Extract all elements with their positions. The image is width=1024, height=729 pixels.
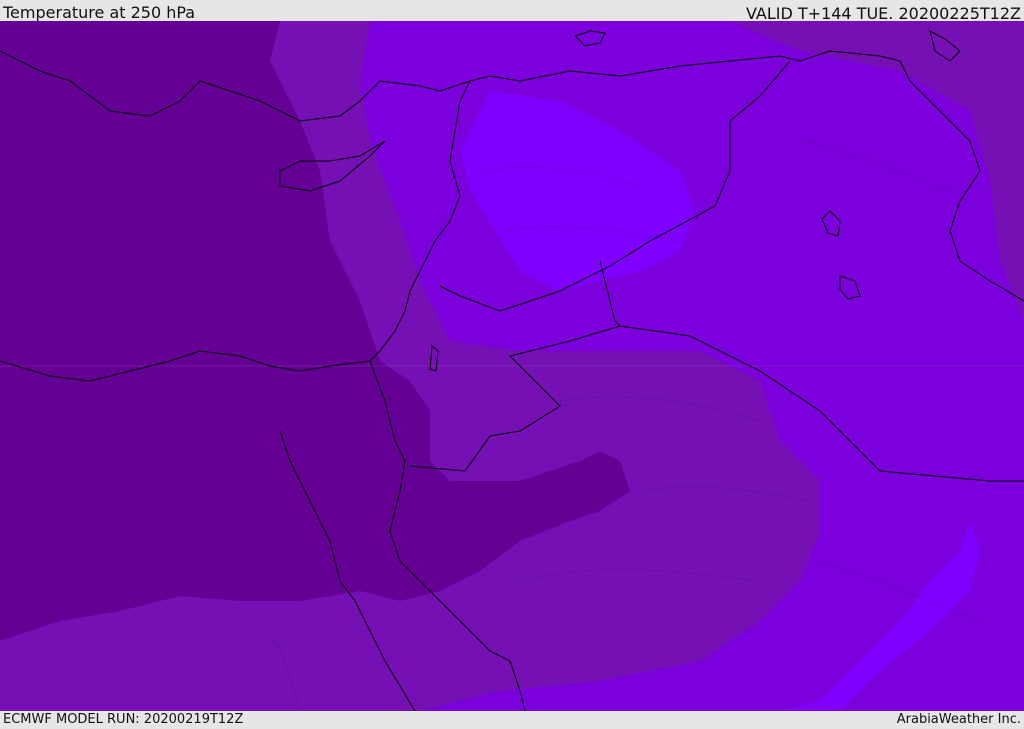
- temperature-map[interactable]: [0, 21, 1024, 711]
- footer-bar: ECMWF MODEL RUN: 20200219T12Z ArabiaWeat…: [0, 711, 1024, 729]
- credit-label: ArabiaWeather Inc.: [896, 712, 1021, 727]
- model-run-label: ECMWF MODEL RUN: 20200219T12Z: [3, 712, 244, 727]
- header-bar: Temperature at 250 hPa VALID T+144 TUE. …: [0, 0, 1024, 23]
- map-title: Temperature at 250 hPa: [3, 3, 196, 22]
